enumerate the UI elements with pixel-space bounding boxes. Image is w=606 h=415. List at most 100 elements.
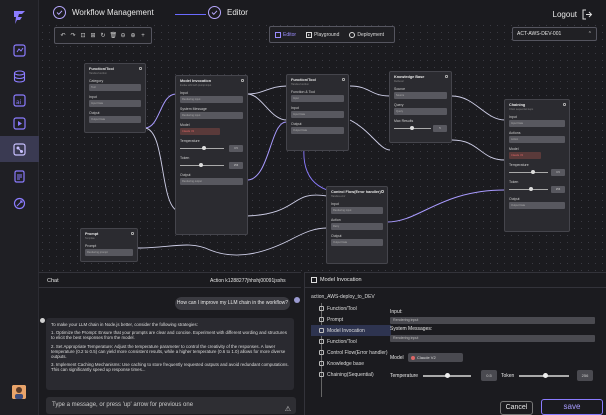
token-value[interactable]: 256 (577, 370, 593, 381)
node-desc: Handles function (89, 72, 107, 75)
tab-label: Playground (314, 31, 340, 38)
zoom-in-icon[interactable]: ⊕ (130, 32, 137, 39)
field-input[interactable]: Input (291, 95, 344, 102)
model-select[interactable]: Claude V2 (180, 128, 220, 135)
sidebar-dashboard-icon[interactable] (9, 40, 29, 60)
field-input[interactable]: Action (509, 136, 565, 143)
node-model-invocation[interactable]: Model Invocation Invoke LLM with prompt … (175, 75, 248, 235)
edit-icon[interactable] (131, 232, 134, 235)
field-input[interactable]: Output Data (89, 116, 141, 123)
tree-item[interactable]: Control Flow(Error handler) (311, 347, 391, 358)
field-input[interactable]: Rendering input (331, 207, 383, 214)
slider-value[interactable]: 5 (433, 125, 447, 132)
sidebar-ai-icon[interactable]: ai (9, 90, 29, 110)
field-input[interactable]: Tool (89, 84, 141, 91)
tree-item[interactable]: Function/Tool (311, 336, 391, 347)
sidebar-settings-icon[interactable] (9, 193, 29, 213)
token-slider[interactable]: 256 (509, 186, 565, 193)
edit-icon[interactable] (241, 79, 244, 82)
slider-value[interactable]: 256 (229, 162, 243, 169)
cancel-button[interactable]: Cancel (500, 401, 533, 415)
grid-icon[interactable]: ⊞ (90, 32, 97, 39)
tree-item[interactable]: Chaining(Sequential) (311, 369, 391, 380)
breadcrumb-connector (175, 14, 206, 15)
slider-value[interactable]: 0.5 (229, 145, 243, 152)
environment-select[interactable]: ACT-AWS-DEV-001 ⌃ (512, 27, 597, 41)
field-input[interactable]: Output Data (331, 239, 383, 246)
tree-root[interactable]: action_AWS-deploy_to_DEV (311, 294, 391, 300)
panel-title: Model Invocation (320, 277, 362, 283)
undo-icon[interactable]: ↶ (60, 32, 67, 39)
slider-value[interactable]: 0.5 (551, 169, 565, 176)
model-icon (319, 328, 324, 333)
user-avatar-icon (294, 297, 300, 303)
tree-item[interactable]: Function/Tool (311, 303, 391, 314)
field-input[interactable]: Rendering input (180, 112, 243, 119)
sidebar-play-icon[interactable] (9, 113, 29, 133)
tab-playground[interactable]: Playground (301, 28, 344, 41)
slider-value[interactable]: 256 (551, 186, 565, 193)
edit-icon[interactable] (381, 190, 384, 193)
tab-editor[interactable]: Editor (270, 28, 301, 41)
model-select[interactable]: Claude V2 (408, 353, 463, 362)
edit-icon[interactable] (445, 75, 448, 78)
field-input[interactable]: Input Data (291, 111, 344, 118)
tree-item[interactable]: Knowledge base (311, 358, 391, 369)
node-chaining[interactable]: Chaining Chain sequential steps Input In… (504, 99, 570, 232)
sidebar-document-icon[interactable] (9, 166, 29, 186)
field-input[interactable]: Source (394, 92, 447, 99)
refresh-icon[interactable]: ↻ (100, 32, 107, 39)
svg-text:ai: ai (16, 99, 22, 106)
model-select[interactable]: Claude V2 (509, 152, 541, 159)
field-input[interactable]: Retry (331, 223, 383, 230)
field-input[interactable]: Output Data (509, 202, 565, 209)
max-results-slider[interactable]: 5 (394, 125, 447, 132)
field-input[interactable]: Rendering prompt (85, 249, 133, 256)
temperature-slider[interactable] (423, 371, 471, 381)
divider (39, 287, 301, 288)
tree-item-selected[interactable]: Model Invocation (311, 325, 391, 336)
user-avatar[interactable] (12, 385, 26, 399)
edit-icon[interactable] (342, 78, 345, 81)
fit-view-icon[interactable]: ⊡ (80, 32, 87, 39)
redo-icon[interactable]: ↷ (70, 32, 77, 39)
temperature-value[interactable]: 0.5 (481, 370, 497, 381)
field-input[interactable]: Rendering output (180, 178, 243, 185)
tree-item[interactable]: Prompt (311, 314, 391, 325)
top-bar: Workflow Management Editor Logout (39, 0, 606, 28)
delete-icon[interactable]: 🗑 (110, 32, 118, 39)
system-messages-field[interactable]: Rendering input (390, 335, 595, 342)
breadcrumb-workflow[interactable]: Workflow Management (53, 6, 154, 19)
chat-input[interactable]: Type a message, or press 'up' arrow for … (46, 397, 296, 414)
warning-icon[interactable]: ⚠ (285, 401, 291, 415)
token-slider[interactable]: 256 (180, 162, 243, 169)
field-label: Input (89, 95, 97, 99)
node-knowledge-base[interactable]: Knowledge Base Retrieval Source Source Q… (389, 71, 452, 143)
input-field[interactable]: Rendering input (390, 317, 595, 324)
sidebar-workflow-icon[interactable] (9, 139, 29, 159)
node-function-tool[interactable]: Function/Tool Handles function Category … (84, 63, 146, 133)
field-input[interactable]: Input Data (89, 100, 141, 107)
field-input[interactable]: Query (394, 108, 447, 115)
token-slider[interactable] (519, 371, 569, 381)
edit-icon[interactable] (563, 103, 566, 106)
field-input[interactable]: Input Data (509, 120, 565, 127)
zoom-out-icon[interactable]: ⊖ (120, 32, 127, 39)
field-input[interactable]: Rendering input (180, 96, 243, 103)
edit-icon[interactable] (139, 67, 142, 70)
node-function-tool[interactable]: Function/Tool Handles function Function … (286, 74, 349, 151)
workflow-tree: action_AWS-deploy_to_DEV Function/Tool P… (311, 294, 391, 397)
tab-deployment[interactable]: Deployment (344, 28, 389, 41)
temperature-slider[interactable]: 0.5 (509, 169, 565, 176)
temperature-slider[interactable]: 0.5 (180, 145, 243, 152)
logout-button[interactable]: Logout (553, 9, 593, 20)
node-control-flow[interactable]: Control Flow(Error handler) Handles erro… (326, 186, 388, 264)
save-button[interactable]: save (541, 399, 603, 415)
sidebar-database-icon[interactable] (9, 66, 29, 86)
breadcrumb-editor[interactable]: Editor (208, 6, 248, 19)
node-prompt[interactable]: Prompt Template Prompt Rendering prompt (80, 228, 138, 262)
field-input[interactable]: Output Data (291, 127, 344, 134)
playground-icon (306, 31, 313, 38)
properties-panel: Model Invocation action_AWS-deploy_to_DE… (304, 272, 606, 415)
add-icon[interactable]: + (140, 33, 147, 39)
